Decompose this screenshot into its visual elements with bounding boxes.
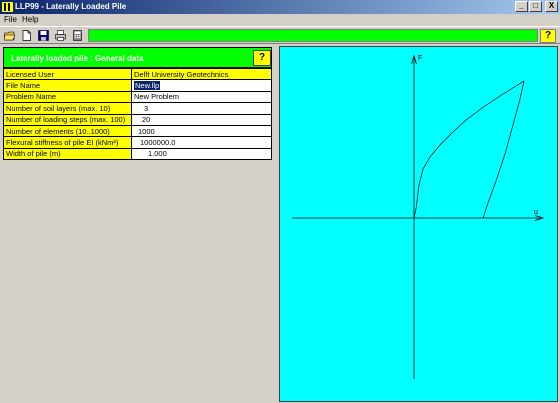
problem-name-field[interactable]: New Problem [131, 90, 272, 104]
file-name-field[interactable]: New.llp [131, 79, 272, 92]
close-button[interactable]: X [545, 1, 558, 12]
loading-steps-label: Number of loading steps (max. 100) [3, 113, 132, 126]
calculate-button[interactable] [70, 29, 85, 42]
new-document-icon [22, 30, 31, 41]
general-data-table: Licensed User Delft University Geotechni… [3, 67, 272, 161]
elements-label: Number of elements (10..1000) [3, 124, 132, 138]
menu-file[interactable]: File [4, 15, 17, 25]
maximize-button[interactable]: □ [529, 1, 542, 12]
table-row: Problem Name New Problem [3, 90, 272, 104]
soil-layers-label: Number of soil layers (max. 10) [3, 102, 132, 115]
save-button[interactable] [36, 29, 51, 42]
table-row: Number of elements (10..1000) 1000 [3, 124, 272, 138]
plot-canvas [292, 54, 545, 379]
calculator-icon [73, 30, 82, 41]
maximize-icon: □ [533, 1, 538, 10]
loading-steps-field[interactable]: 20 [131, 113, 272, 126]
title-bar: LLP99 - Laterally Loaded Pile _ □ X [0, 0, 560, 14]
unload-curve [482, 80, 525, 219]
save-disk-icon [38, 30, 49, 41]
question-icon: ? [544, 30, 552, 41]
table-row: Width of pile (m) 1.000 [3, 147, 272, 161]
open-folder-icon [4, 31, 15, 41]
question-icon: ? [258, 52, 266, 63]
panel-header: Laterally loaded pile : General data ? [3, 47, 272, 68]
window-title: LLP99 - Laterally Loaded Pile [15, 2, 127, 11]
soil-layers-field[interactable]: 3 [131, 102, 272, 115]
minimize-icon: _ [519, 1, 524, 10]
problem-name-label: Problem Name [3, 90, 132, 104]
load-curve [413, 80, 525, 219]
status-strip [88, 29, 538, 42]
flexural-stiffness-label: Flexural stiffness of pile EI (kNm²) [3, 136, 132, 149]
panel-help-button[interactable]: ? [253, 50, 271, 66]
close-icon: X [548, 1, 555, 10]
table-row: Licensed User Delft University Geotechni… [3, 67, 272, 81]
new-button[interactable] [19, 29, 34, 42]
file-name-value: New.llp [134, 81, 161, 91]
general-data-panel: Laterally loaded pile : General data ? L… [3, 47, 272, 171]
toolbar: ? [0, 26, 560, 44]
menu-help[interactable]: Help [22, 15, 38, 25]
print-icon [55, 30, 66, 41]
table-row: Flexural stiffness of pile EI (kNm²) 100… [3, 136, 272, 149]
licensed-user-value: Delft University Geotechnics [131, 67, 272, 81]
table-row: Number of loading steps (max. 100) 20 [3, 113, 272, 126]
pile-width-field[interactable]: 1.000 [131, 147, 272, 161]
flexural-stiffness-field[interactable]: 1000000.0 [131, 136, 272, 149]
file-name-label: File Name [3, 79, 132, 92]
menu-bar: File Help [0, 14, 560, 26]
elements-field[interactable]: 1000 [131, 124, 272, 138]
load-displacement-plot: F u [279, 46, 558, 402]
y-axis-label: F [418, 55, 423, 62]
print-button[interactable] [53, 29, 68, 42]
open-button[interactable] [2, 29, 17, 42]
x-axis-label: u [534, 209, 538, 216]
panel-title: Laterally loaded pile : General data [11, 54, 144, 63]
table-row: File Name New.llp [3, 79, 272, 92]
app-icon [2, 2, 13, 12]
pile-width-label: Width of pile (m) [3, 147, 132, 161]
help-button[interactable]: ? [540, 29, 556, 43]
licensed-user-label: Licensed User [3, 67, 132, 81]
table-row: Number of soil layers (max. 10) 3 [3, 102, 272, 115]
minimize-button[interactable]: _ [515, 1, 528, 12]
